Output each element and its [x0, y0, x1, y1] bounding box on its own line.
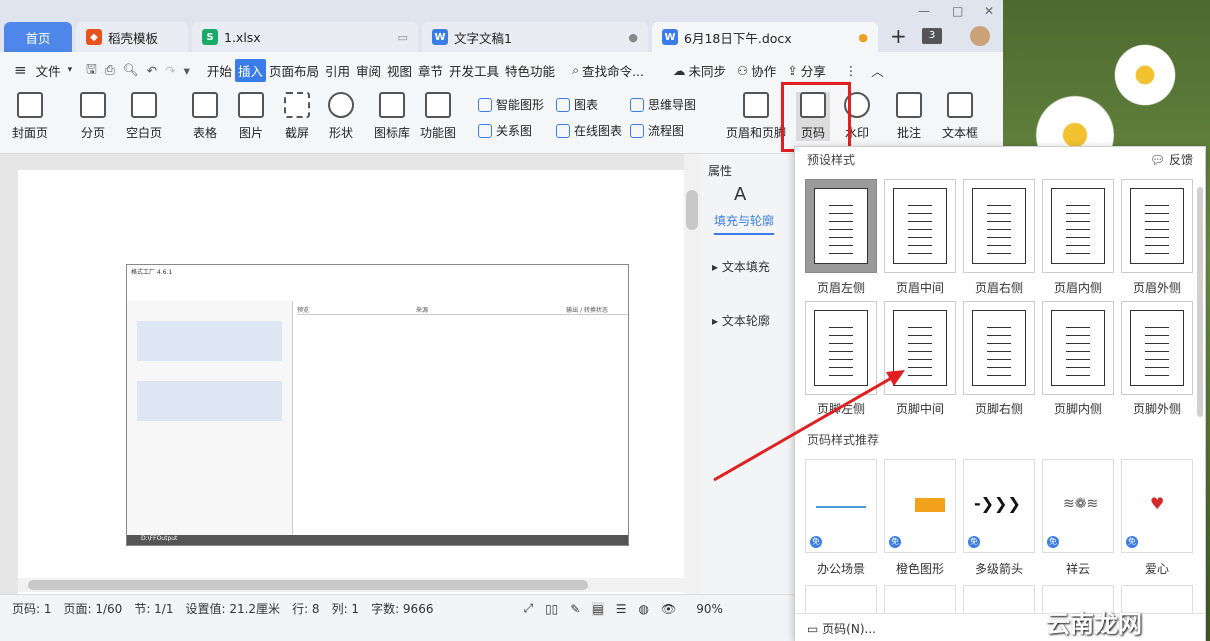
arrow-line: [713, 374, 896, 482]
annotation-arrow: [713, 370, 905, 482]
site-watermark: 云南龙网: [1046, 610, 1142, 638]
